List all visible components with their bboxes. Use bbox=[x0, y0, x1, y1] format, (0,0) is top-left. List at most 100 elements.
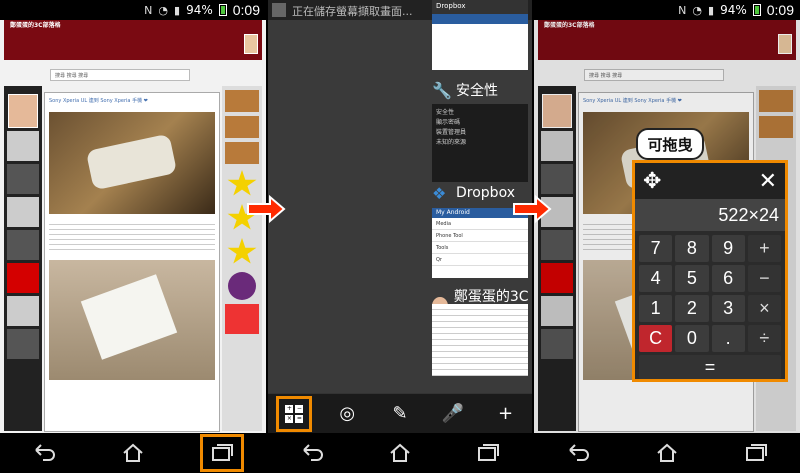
calc-mini-key: × bbox=[285, 414, 294, 423]
calculator-button[interactable]: + − × = bbox=[276, 395, 313, 432]
key-1[interactable]: 1 bbox=[639, 295, 673, 322]
key-minus[interactable]: − bbox=[747, 265, 781, 292]
key-clear[interactable]: C bbox=[639, 325, 673, 352]
recorder-icon: ◎ bbox=[339, 403, 356, 424]
pen-icon: ✎ bbox=[392, 403, 408, 424]
key-multiply[interactable]: × bbox=[747, 295, 781, 322]
back-button[interactable] bbox=[560, 438, 596, 468]
sidebar-ad bbox=[759, 90, 793, 112]
recent-app-card-blog[interactable] bbox=[432, 304, 528, 376]
small-apps-toolbar: + − × = ◎ ✎ 🎤 + bbox=[268, 393, 532, 433]
back-button[interactable] bbox=[294, 438, 330, 468]
pen-button[interactable]: ✎ bbox=[385, 399, 415, 429]
home-icon bbox=[657, 443, 677, 462]
home-button[interactable] bbox=[649, 438, 685, 468]
post-photo bbox=[49, 260, 215, 380]
blog-header: 鄭蛋蛋的3C部落格 bbox=[4, 20, 262, 60]
status-bar: N ◔ ▮ 94% 0:09 bbox=[0, 0, 266, 20]
key-divide[interactable]: ÷ bbox=[747, 325, 781, 352]
recent-app-card-security[interactable]: 安全性 顯示密碼 裝置管理員 未知的來源 bbox=[432, 104, 528, 182]
recents-button[interactable] bbox=[199, 434, 244, 472]
recent-label-security[interactable]: 🔧 安全性 bbox=[432, 80, 498, 100]
sidebar-block bbox=[7, 329, 39, 359]
status-bar: N ◔ ▮ 94% 0:09 bbox=[534, 0, 800, 20]
back-icon bbox=[303, 444, 323, 461]
battery-icon bbox=[752, 4, 761, 16]
web-page: 鄭蛋蛋的3C部落格 搜尋 搜尋 搜尋 Sony Xperia UL 連到 Son… bbox=[0, 20, 266, 433]
key-plus[interactable]: + bbox=[747, 235, 781, 262]
clock: 0:09 bbox=[232, 2, 260, 18]
header-avatar bbox=[244, 34, 258, 54]
calc-mini-key: + bbox=[285, 404, 294, 413]
round-badge bbox=[228, 272, 256, 300]
key-2[interactable]: 2 bbox=[675, 295, 709, 322]
author-avatar bbox=[542, 94, 572, 128]
recents-icon bbox=[211, 444, 233, 461]
signal-icon: ▮ bbox=[708, 3, 715, 17]
key-7[interactable]: 7 bbox=[639, 235, 673, 262]
draggable-callout: 可拖曳 bbox=[636, 128, 704, 170]
calculator-small-app[interactable]: ✥ ✕ 522×24 7 8 9 + 4 5 6 − 1 2 3 × C 0 .… bbox=[632, 160, 788, 382]
battery-icon bbox=[218, 4, 227, 16]
file-row: Phone Tool bbox=[432, 230, 528, 242]
sidebar-block bbox=[541, 263, 573, 293]
home-button[interactable] bbox=[115, 438, 151, 468]
key-8[interactable]: 8 bbox=[675, 235, 709, 262]
mic-icon: 🎤 bbox=[441, 403, 464, 424]
sidebar-ad bbox=[759, 116, 793, 138]
sidebar-block bbox=[541, 329, 573, 359]
back-button[interactable] bbox=[26, 438, 62, 468]
security-label: 安全性 bbox=[456, 83, 498, 99]
recents-icon bbox=[745, 444, 767, 461]
back-icon bbox=[35, 444, 56, 461]
post-title[interactable]: Sony Xperia UL 連到 Sony Xperia 手機 ❤ bbox=[579, 93, 753, 104]
key-equals[interactable]: = bbox=[639, 355, 781, 379]
recents-button[interactable] bbox=[738, 438, 774, 468]
security-line: 顯示密碼 bbox=[436, 119, 461, 126]
right-sidebar bbox=[222, 86, 262, 431]
recent-app-card-dropbox[interactable]: Dropbox bbox=[432, 0, 528, 70]
sidebar-block bbox=[541, 164, 573, 194]
sidebar-block bbox=[541, 131, 573, 161]
key-0[interactable]: 0 bbox=[675, 325, 709, 352]
site-title: 鄭蛋蛋的3C部落格 bbox=[10, 22, 61, 29]
key-9[interactable]: 9 bbox=[711, 235, 745, 262]
blog-post: Sony Xperia UL 連到 Sony Xperia 手機 ❤ bbox=[44, 92, 220, 432]
recents-button[interactable] bbox=[470, 438, 506, 468]
home-button[interactable] bbox=[382, 438, 418, 468]
card-body bbox=[432, 304, 528, 376]
key-5[interactable]: 5 bbox=[675, 265, 709, 292]
recorder-button[interactable]: ◎ bbox=[332, 399, 362, 429]
key-decimal[interactable]: . bbox=[711, 325, 745, 352]
add-button[interactable]: + bbox=[491, 399, 521, 429]
nav-bar bbox=[534, 433, 800, 473]
blog-search-box[interactable]: 搜尋 搜尋 搜尋 bbox=[50, 69, 190, 81]
move-icon[interactable]: ✥ bbox=[643, 169, 661, 194]
key-6[interactable]: 6 bbox=[711, 265, 745, 292]
home-icon bbox=[390, 443, 410, 462]
calculator-titlebar[interactable]: ✥ ✕ bbox=[635, 163, 785, 199]
recents-icon bbox=[478, 444, 499, 461]
close-icon[interactable]: ✕ bbox=[759, 169, 777, 194]
post-title[interactable]: Sony Xperia UL 連到 Sony Xperia 手機 ❤ bbox=[45, 93, 219, 104]
security-line: 裝置管理員 bbox=[436, 129, 467, 136]
card-subheader bbox=[432, 14, 528, 24]
wifi-icon: ◔ bbox=[692, 3, 703, 17]
card-body bbox=[432, 24, 528, 70]
key-4[interactable]: 4 bbox=[639, 265, 673, 292]
author-avatar bbox=[8, 94, 38, 128]
file-row: Qr bbox=[432, 254, 528, 266]
key-3[interactable]: 3 bbox=[711, 295, 745, 322]
blog-search-box[interactable]: 搜尋 搜尋 搜尋 bbox=[584, 69, 724, 81]
sidebar-block bbox=[7, 131, 39, 161]
recent-label-dropbox[interactable]: ❖ Dropbox bbox=[432, 184, 515, 203]
red-avatar bbox=[225, 304, 259, 334]
arrow-right-icon bbox=[246, 194, 286, 224]
mic-button[interactable]: 🎤 bbox=[438, 399, 468, 429]
security-line: 安全性 bbox=[436, 109, 455, 116]
back-icon bbox=[569, 444, 590, 461]
sidebar-ad bbox=[225, 90, 259, 112]
sidebar-block bbox=[7, 197, 39, 227]
security-line: 未知的來源 bbox=[436, 139, 467, 146]
nav-bar bbox=[268, 433, 532, 473]
